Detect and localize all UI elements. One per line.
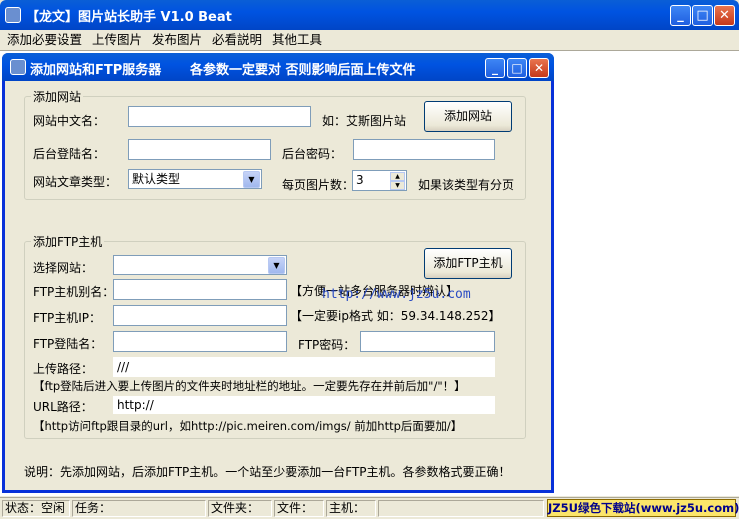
per-page-value: 3 [356, 173, 364, 187]
ftp-group-legend: 添加FTP主机 [31, 233, 105, 250]
site-name-hint: 如：艾斯图片站 [322, 114, 407, 128]
dialog-title-note: 各参数一定要对 否则影响后面上传文件 [190, 63, 416, 78]
backend-login-input[interactable] [128, 139, 271, 160]
article-type-select[interactable]: 默认类型 ▼ [128, 169, 262, 189]
dialog-footer-note: 说明：先添加网站，后添加FTP主机。一个站至少要添加一台FTP主机。各参数格式要… [24, 465, 511, 479]
menu-settings[interactable]: 添加必要设置 [7, 30, 82, 50]
status-task: 任务： [72, 500, 206, 517]
status-folder: 文件夹： [208, 500, 272, 517]
per-page-hint: 如果该类型有分页 [418, 178, 515, 192]
site-group-legend: 添加网站 [31, 88, 84, 105]
spin-down-icon[interactable]: ▼ [390, 181, 405, 190]
upload-path-hint: 【ftp登陆后进入要上传图片的文件夹时地址栏的地址。一定要先存在并前后加"/"！… [33, 379, 466, 393]
per-page-label: 每页图片数： [282, 178, 355, 192]
spin-up-icon[interactable]: ▲ [390, 172, 405, 181]
status-extra [378, 500, 544, 517]
url-path-input[interactable]: http:// [113, 396, 495, 414]
site-watermark: http://www.jz5u.com [322, 287, 471, 302]
status-file: 文件： [274, 500, 324, 517]
ftp-login-input[interactable] [113, 331, 287, 352]
chevron-down-icon[interactable]: ▼ [243, 171, 260, 188]
backend-password-label: 后台密码： [282, 147, 343, 161]
per-page-stepper[interactable]: 3 ▲ ▼ [352, 170, 407, 191]
maximize-button[interactable]: □ [692, 5, 713, 26]
add-ftp-button[interactable]: 添加FTP主机 [424, 248, 512, 279]
ftp-login-label: FTP登陆名： [33, 337, 103, 351]
ftp-ip-hint: 【一定要ip格式 如：59.34.148.252】 [290, 309, 501, 323]
status-host: 主机： [326, 500, 376, 517]
dialog-title: 添加网站和FTP服务器 [30, 63, 162, 78]
site-name-input[interactable] [128, 106, 311, 127]
dialog-close-button[interactable]: ✕ [529, 58, 549, 78]
menu-upload[interactable]: 上传图片 [92, 30, 142, 50]
app-icon [5, 7, 21, 23]
backend-login-label: 后台登陆名： [33, 147, 106, 161]
dialog-minimize-button[interactable]: _ [485, 58, 505, 78]
menu-bar: 添加必要设置 上传图片 发布图片 必看説明 其他工具 [0, 30, 739, 50]
select-site-dropdown[interactable]: ▼ [113, 255, 287, 275]
ftp-ip-input[interactable] [113, 305, 287, 326]
article-type-label: 网站文章类型： [33, 175, 118, 189]
ftp-password-input[interactable] [360, 331, 495, 352]
dialog-maximize-button[interactable]: □ [507, 58, 527, 78]
url-path-hint: 【http访问ftp跟目录的url，如http://pic.meiren.com… [33, 419, 463, 433]
menu-readme[interactable]: 必看説明 [212, 30, 262, 50]
close-button[interactable]: ✕ [714, 5, 735, 26]
dialog-icon [10, 59, 26, 75]
menu-tools[interactable]: 其他工具 [272, 30, 322, 50]
upload-path-input[interactable]: /// [113, 357, 495, 377]
site-name-label: 网站中文名： [33, 114, 106, 128]
url-path-label: URL路径： [33, 400, 93, 414]
download-site-badge[interactable]: JZ5U绿色下载站(www.jz5u.com) [547, 499, 739, 517]
status-state: 状态：空闲 [2, 500, 70, 517]
upload-path-label: 上传路径： [33, 362, 94, 376]
minimize-button[interactable]: _ [670, 5, 691, 26]
ftp-password-label: FTP密码： [298, 338, 356, 352]
article-type-value: 默认类型 [132, 172, 181, 186]
ftp-alias-input[interactable] [113, 279, 287, 300]
ftp-alias-label: FTP主机别名： [33, 285, 115, 299]
app-title: 【龙文】图片站长助手 V1.0 Beat [26, 10, 232, 25]
backend-password-input[interactable] [353, 139, 495, 160]
chevron-down-icon[interactable]: ▼ [268, 257, 285, 274]
add-site-button[interactable]: 添加网站 [424, 101, 512, 132]
menu-publish[interactable]: 发布图片 [152, 30, 202, 50]
ftp-ip-label: FTP主机IP： [33, 311, 102, 325]
select-site-label: 选择网站： [33, 261, 94, 275]
